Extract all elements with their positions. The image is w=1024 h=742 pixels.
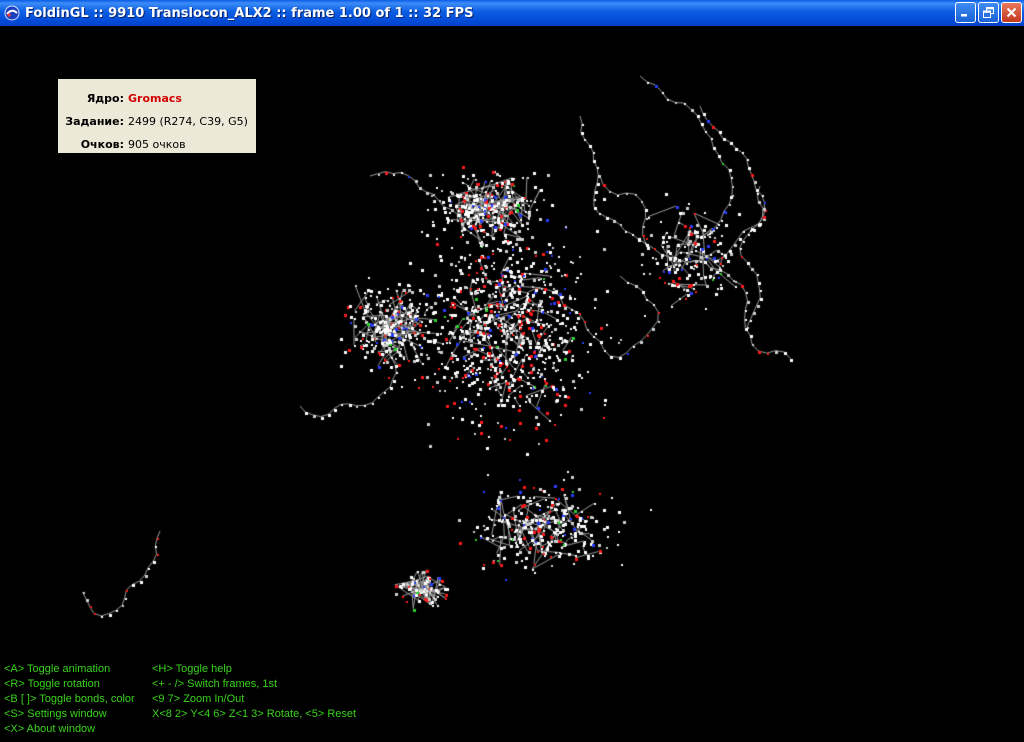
points-value: 905 очков — [128, 138, 186, 151]
info-row-points: Очков: 905 очков — [58, 133, 256, 156]
help-line: <R> Toggle rotation — [4, 678, 100, 690]
title-bar[interactable]: FoldinGL :: 9910 Translocon_ALX2 :: fram… — [0, 0, 1024, 26]
close-icon — [1006, 7, 1017, 18]
core-label: Ядро: — [86, 92, 124, 105]
task-label: Задание: — [65, 115, 124, 128]
help-line: <X> About window — [4, 723, 96, 735]
info-panel: Ядро: Gromacs Задание: 2499 (R274, C39, … — [58, 79, 256, 153]
points-label: Очков: — [80, 138, 124, 151]
help-column-right: <H> Toggle help <+ - /> Switch frames, 1… — [152, 662, 356, 722]
minimize-button[interactable] — [955, 2, 976, 23]
maximize-button[interactable] — [978, 2, 999, 23]
close-button[interactable] — [1001, 2, 1022, 23]
help-line: <9 7> Zoom In/Out — [152, 693, 245, 705]
help-line: <B [ ]> Toggle bonds, color — [4, 693, 135, 705]
help-line: <S> Settings window — [4, 708, 107, 720]
help-line: <A> Toggle animation — [4, 663, 111, 675]
molecule-viewport[interactable]: Ядро: Gromacs Задание: 2499 (R274, C39, … — [0, 26, 1024, 742]
window-controls — [955, 2, 1022, 23]
help-column-left: <A> Toggle animation <R> Toggle rotation… — [4, 662, 135, 737]
foldingl-app-icon — [4, 5, 20, 21]
info-row-core: Ядро: Gromacs — [58, 87, 256, 110]
help-line: <+ - /> Switch frames, 1st — [152, 678, 278, 690]
info-row-task: Задание: 2499 (R274, C39, G5) — [58, 110, 256, 133]
core-value: Gromacs — [128, 92, 182, 105]
maximize-icon — [983, 7, 994, 18]
help-line: X<8 2> Y<4 6> Z<1 3> Rotate, <5> Reset — [152, 708, 357, 720]
help-line: <H> Toggle help — [152, 663, 232, 675]
window-title: FoldinGL :: 9910 Translocon_ALX2 :: fram… — [25, 5, 474, 21]
minimize-icon — [961, 14, 967, 17]
task-value: 2499 (R274, C39, G5) — [128, 115, 248, 128]
